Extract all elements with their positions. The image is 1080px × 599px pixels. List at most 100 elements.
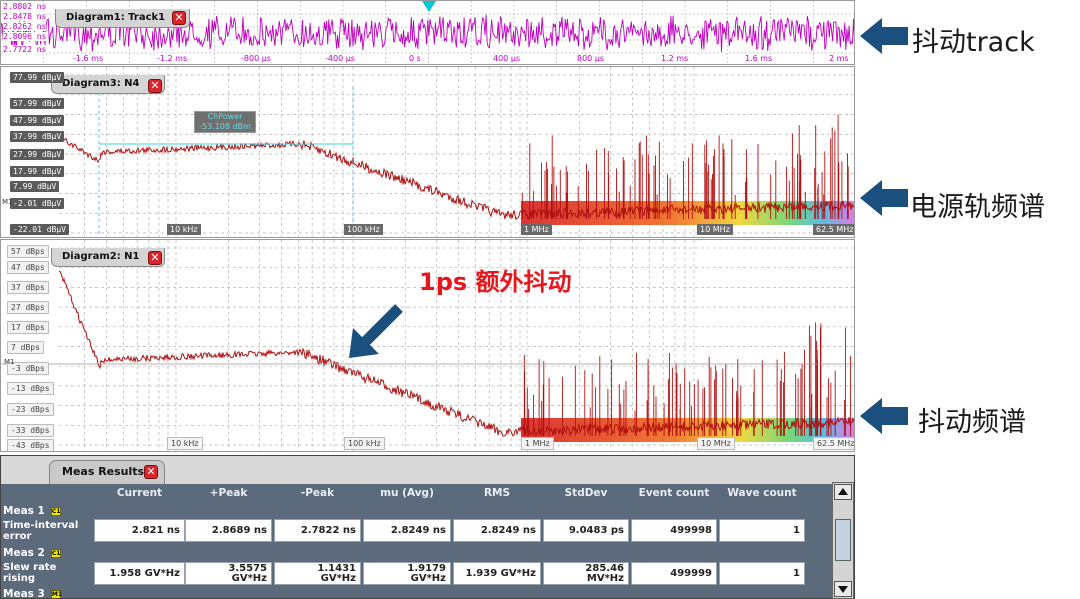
meas-value-line2: GV*Hz (320, 573, 356, 584)
meas-2-group-label[interactable]: Meas 2 C1 (3, 547, 61, 559)
close-jitter-diagram-button[interactable]: ✕ (148, 251, 162, 265)
track-y-label: 2.7722 ns (3, 45, 47, 54)
jitter-x-label: 10 kHz (167, 437, 203, 450)
jitter-x-label: 62.5 MHz (813, 437, 854, 450)
meas-2-name: Slew rate rising (3, 562, 93, 584)
meas-column-header[interactable]: Current (94, 487, 185, 499)
jitter-y-label: -43 dBps (7, 439, 54, 451)
track-y-label: 2.8262 ns (3, 22, 47, 31)
meas-3-label: Meas 3 (3, 588, 45, 599)
power-spectrum-diagram: Diagram3: N4 ✕ ChPower -53.108 dBm 77.99… (0, 66, 855, 238)
jitter-annotation: 抖动频谱 (918, 407, 1026, 438)
meas-value-line2: GV*Hz (231, 573, 267, 584)
meas-2-label: Meas 2 (3, 547, 45, 559)
power-x-label: 100 kHz (344, 224, 383, 235)
jitter-y-label: 17 dBps (7, 321, 49, 334)
chpower-title: ChPower (207, 112, 243, 121)
track-x-label: 2 ms (829, 54, 849, 63)
track-x-label: -1.6 ms (73, 54, 104, 63)
meas-2-value-cell: 1.939 GV*Hz (453, 562, 541, 585)
meas-1-value-cell: 2.7822 ns (274, 519, 361, 542)
power-y-label: 47.99 dBµV (10, 115, 65, 126)
power-y-label: 17.99 dBµV (10, 166, 65, 177)
power-y-label: 77.99 dBµV (10, 72, 65, 83)
power-y-label: 37.99 dBµV (10, 131, 65, 142)
meas-2-value-cell: 1 (719, 562, 805, 585)
meas-2-value-cell: 1.9179 GV*Hz (363, 562, 451, 585)
meas-1-value-cell: 2.8249 ns (453, 519, 541, 542)
track-x-label: 400 µs (493, 54, 521, 63)
arrow-down-icon (838, 586, 848, 593)
arrow-up-icon (838, 488, 848, 495)
track-y-label: 2.8096 ns (3, 32, 47, 41)
track-x-label: 1.2 ms (661, 54, 689, 63)
power-x-label: 1 MHz (521, 224, 552, 235)
jitter-pointer-arrow-icon (860, 398, 908, 434)
power-y-label: -2.01 dBµV (10, 198, 65, 209)
meas-1-value-cell: 2.821 ns (94, 519, 185, 542)
jitter-x-label: 1 MHz (521, 437, 554, 450)
jitter-y-label: -33 dBps (7, 424, 54, 437)
close-power-diagram-button[interactable]: ✕ (148, 79, 162, 93)
meas-tabstrip: Meas Results ✕ (1, 456, 854, 484)
close-track-diagram-button[interactable]: ✕ (172, 11, 186, 25)
track-tab-label: Diagram1: Track1 (66, 12, 166, 23)
meas-2-name-line1: Slew rate (3, 562, 57, 573)
jitter-x-label: 10 MHz (697, 437, 735, 450)
scroll-thumb[interactable] (835, 519, 851, 561)
meas-2-value-cell: 499999 (631, 562, 717, 585)
meas-column-header[interactable]: StdDev (543, 487, 629, 499)
power-x-label: 62.5 MHz (813, 224, 854, 235)
close-meas-results-button[interactable]: ✕ (144, 465, 158, 479)
meas-column-header[interactable]: +Peak (185, 487, 272, 499)
jitter-y-label: 27 dBps (7, 301, 49, 314)
power-y-label: 7.99 dBµV (10, 181, 60, 192)
power-x-label: 10 MHz (697, 224, 733, 235)
meas-column-header[interactable]: -Peak (274, 487, 361, 499)
track-annotation: 抖动track (912, 27, 1035, 58)
meas-2-value-cell: 1.958 GV*Hz (94, 562, 185, 585)
meas-column-header[interactable]: RMS (453, 487, 541, 499)
meas-1-label: Meas 1 (3, 505, 45, 517)
meas-1-value-cell: 9.0483 ps (543, 519, 629, 542)
track-x-label: -1.2 ms (157, 54, 188, 63)
chpower-box: ChPower -53.108 dBm (194, 111, 256, 133)
track-y-label: 2.8802 ns (3, 2, 47, 11)
track-x-label: -800 µs (241, 54, 271, 63)
jitter-y-label: 37 dBps (7, 281, 49, 294)
power-annotation: 电源轨频谱 (910, 192, 1045, 223)
scroll-up-button[interactable] (834, 484, 852, 500)
track-x-label: 1.6 ms (745, 54, 773, 63)
meas-1-value-cell: 1 (719, 519, 805, 542)
power-x-label: 10 kHz (167, 224, 201, 235)
meas-column-header[interactable]: Wave count (719, 487, 805, 499)
meas-scrollbar[interactable] (832, 482, 854, 599)
track-y-label: 2.8478 ns (3, 12, 47, 21)
meas-1-value-cell: 499998 (631, 519, 717, 542)
meas-2-value-cell: 285.46 MV*Hz (543, 562, 629, 585)
jitter-y-label: 7 dBps (7, 341, 44, 354)
meas-value-line2: GV*Hz (410, 573, 446, 584)
meas-value-line2: MV*Hz (586, 573, 624, 584)
trigger-marker-icon (422, 1, 436, 12)
meas-1-value-cell: 2.8249 ns (363, 519, 451, 542)
power-y-label: 27.99 dBµV (10, 149, 65, 160)
meas-1-group-label[interactable]: Meas 1 C1 (3, 505, 61, 517)
track-x-label: -400 µs (325, 54, 355, 63)
meas-results-panel: Meas Results ✕ Current +Peak -Peak mu (Avg)… (0, 455, 855, 599)
scroll-down-button[interactable] (834, 581, 852, 597)
track-diagram-tab[interactable]: Diagram1: Track1 (55, 9, 191, 28)
chpower-value: -53.108 dBm (199, 122, 251, 131)
jitter-y-label: 47 dBps (7, 261, 49, 274)
meas-1-source-badge: C1 (50, 506, 61, 516)
meas-column-header[interactable]: mu (Avg) (363, 487, 451, 499)
power-tab-label: Diagram3: N4 (62, 78, 140, 89)
extra-jitter-arrow-icon (349, 304, 403, 358)
extra-jitter-annotation: 1ps 额外抖动 (419, 268, 572, 296)
power-marker-label: M1 (2, 198, 13, 206)
jitter-y-label: 57 dBps (7, 245, 49, 258)
track-x-label: 800 µs (577, 54, 605, 63)
meas-column-header[interactable]: Event count (631, 487, 717, 499)
jitter-y-label: -23 dBps (7, 403, 54, 416)
meas-3-group-label[interactable]: Meas 3 M1 (3, 588, 62, 599)
